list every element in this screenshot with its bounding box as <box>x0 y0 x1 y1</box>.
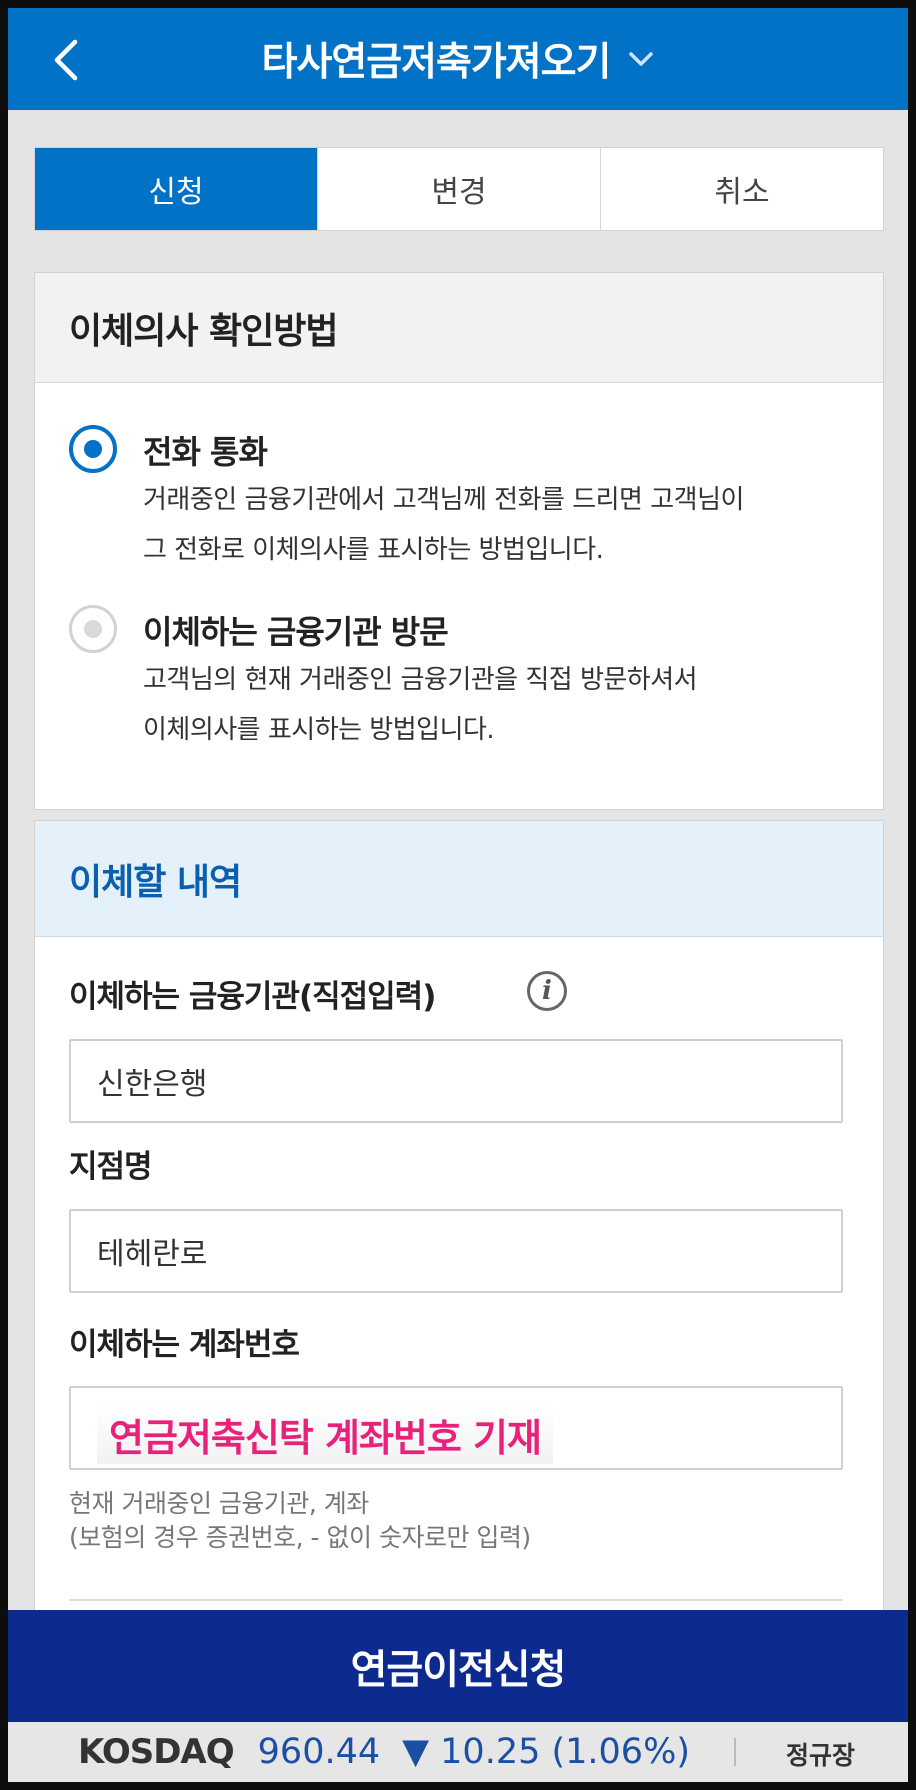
ticker-index-name: KOSDAQ <box>78 1732 235 1772</box>
option-title: 전화 통화 <box>143 433 268 471</box>
section-title: 이체할 내역 <box>35 821 883 937</box>
section-title: 이체의사 확인방법 <box>35 273 883 383</box>
ticker-index-value: 960.44 <box>257 1732 381 1772</box>
title-dropdown[interactable]: 타사연금저축가져오기 <box>8 8 908 110</box>
tab-change[interactable]: 변경 <box>318 148 601 230</box>
institution-input[interactable] <box>69 1039 843 1123</box>
branch-label: 지점명 <box>69 1149 153 1185</box>
app-screen: 타사연금저축가져오기 신청 변경 취소 이체의사 확인방법 전화 통화 거래중인… <box>8 8 908 1782</box>
ticker-separator <box>734 1738 736 1766</box>
tab-bar: 신청 변경 취소 <box>34 147 884 231</box>
account-hint: 현재 거래중인 금융기관, 계좌 (보험의 경우 증권번호, - 없이 숫자로만… <box>69 1487 843 1555</box>
branch-input[interactable] <box>69 1209 843 1293</box>
option-description-line: 그 전화로 이체의사를 표시하는 방법입니다. <box>143 535 604 565</box>
divider <box>69 1599 843 1601</box>
option-description: 거래중인 금융기관에서 고객님께 전화를 드리면 고객님이 그 전화로 이체의사… <box>143 475 843 575</box>
market-status: 정규장 <box>786 1741 856 1770</box>
hint-line: (보험의 경우 증권번호, - 없이 숫자로만 입력) <box>69 1523 531 1552</box>
chevron-down-icon <box>629 52 654 66</box>
option-description-line: 이체의사를 표시하는 방법입니다. <box>143 715 495 745</box>
radio-button-selected[interactable] <box>69 425 117 473</box>
info-icon[interactable]: i <box>527 971 567 1011</box>
institution-label: 이체하는 금융기관(직접입력) <box>69 979 436 1015</box>
option-title: 이체하는 금융기관 방문 <box>143 613 449 651</box>
market-ticker[interactable]: KOSDAQ 960.44 ▼ 10.25 (1.06%) 정규장 <box>8 1722 908 1782</box>
option-description-line: 고객님의 현재 거래중인 금융기관을 직접 방문하셔서 <box>143 665 698 695</box>
account-label: 이체하는 계좌번호 <box>69 1327 300 1363</box>
account-annotation: 연금저축신탁 계좌번호 기재 <box>97 1405 553 1464</box>
tab-apply[interactable]: 신청 <box>35 148 318 230</box>
app-header: 타사연금저축가져오기 <box>8 8 908 110</box>
page-title: 타사연금저축가져오기 <box>261 40 612 85</box>
option-description-line: 거래중인 금융기관에서 고객님께 전화를 드리면 고객님이 <box>143 485 744 515</box>
radio-button-unselected[interactable] <box>69 605 117 653</box>
ticker-index-change: ▼ 10.25 (1.06%) <box>402 1732 690 1772</box>
tab-cancel[interactable]: 취소 <box>601 148 883 230</box>
pension-transfer-submit-button[interactable]: 연금이전신청 <box>8 1610 908 1722</box>
option-description: 고객님의 현재 거래중인 금융기관을 직접 방문하셔서 이체의사를 표시하는 방… <box>143 655 843 755</box>
confirm-method-card: 이체의사 확인방법 전화 통화 거래중인 금융기관에서 고객님께 전화를 드리면… <box>34 272 884 810</box>
hint-line: 현재 거래중인 금융기관, 계좌 <box>69 1489 369 1518</box>
